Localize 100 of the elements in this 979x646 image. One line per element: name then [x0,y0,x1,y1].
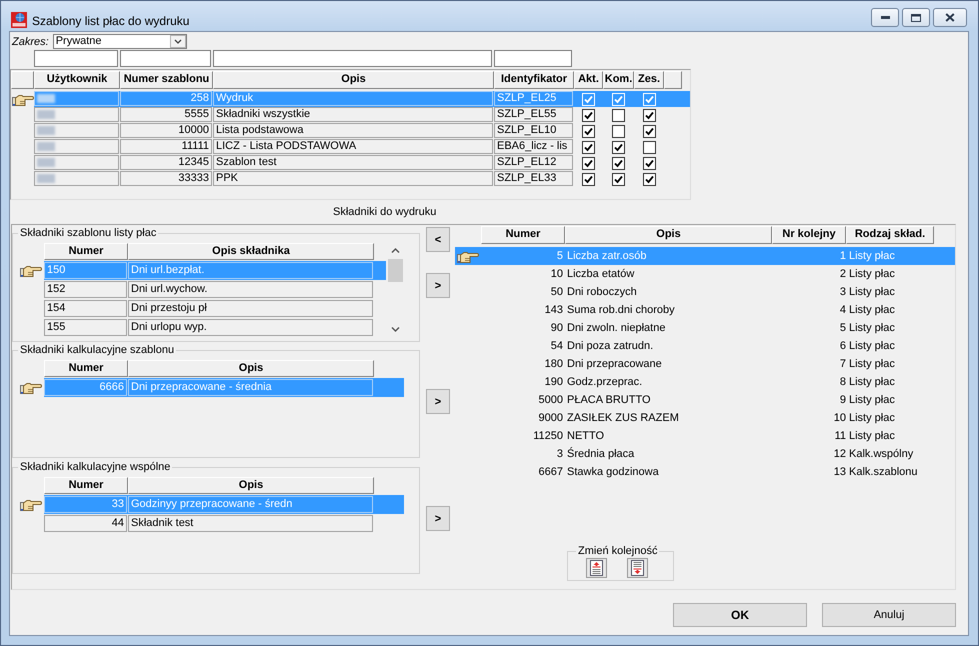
table-row[interactable]: 5000 PŁACA BRUTTO 9 Listy płac [455,391,955,409]
table-cell: 258 [120,91,212,106]
maximize-button[interactable] [902,8,930,27]
column-header[interactable]: Opis [128,360,374,377]
table-cell-text: NETTO [566,429,606,443]
column-header[interactable]: Numer [44,360,128,377]
checkbox[interactable] [612,124,625,138]
table-cell-text: Listy płac [848,249,896,263]
table-row[interactable]: 11250 NETTO 11 Listy płac [455,427,955,445]
table-cell-text: 6 [838,339,846,353]
table-cell-text: 9000 [538,411,564,425]
checkbox[interactable] [582,140,595,154]
table-cell-text: 180 [544,357,564,371]
column-header[interactable]: Identyfikator [494,71,574,89]
table-cell: Godzinyy przepracowane - średn [128,496,373,513]
table-row[interactable]: 10 Liczba etatów 2 Listy płac [455,265,955,283]
dialog-button[interactable]: OK [673,603,807,627]
checkbox[interactable] [612,156,625,170]
column-header[interactable]: Użytkownik [34,71,120,89]
column-header[interactable]: Nr kolejny [772,226,846,244]
column-header[interactable]: Opis składnika [128,243,374,260]
table-cell: LICZ - Lista PODSTAWOWA [213,139,493,154]
blurred-text [37,94,55,103]
column-header[interactable]: Kom. [603,71,634,89]
table-row[interactable]: 50 Dni roboczych 3 Listy płac [455,283,955,301]
minimize-button[interactable] [871,8,899,27]
chevron-up-icon[interactable] [391,248,400,253]
column-header[interactable]: Numer [44,477,128,494]
table-row[interactable]: 44 Składnik test [44,514,404,533]
table-row[interactable]: 143 Suma rob.dni choroby 4 Listy płac [455,301,955,319]
table-row[interactable]: 12345 Szablon test SZLP_EL12 [34,155,690,171]
table-row[interactable]: 9000 ZASIŁEK ZUS RAZEM 10 Listy płac [455,409,955,427]
filter-field[interactable] [213,50,492,67]
checkbox[interactable] [612,172,625,186]
table-row[interactable]: 180 Dni przepracowane 7 Listy płac [455,355,955,373]
table-row[interactable]: 54 Dni poza zatrudn. 6 Listy płac [455,337,955,355]
scope-dropdown[interactable]: Prywatne [52,34,187,49]
filter-field[interactable] [120,50,211,67]
column-header[interactable]: Akt. [574,71,603,89]
table-cell: Składnik test [128,515,373,532]
group-title: Zmień kolejność [577,545,658,558]
table-cell: SZLP_EL10 [494,123,573,138]
checkbox[interactable] [612,108,625,122]
move-up-button[interactable] [586,558,607,578]
chevron-down-icon[interactable] [170,35,186,48]
table-cell: 154 [44,300,127,317]
table-row[interactable]: 152 Dni url.wychow. [44,280,386,299]
dialog-button[interactable]: Anuluj [822,603,956,627]
table-row[interactable]: 10000 Lista podstawowa SZLP_EL10 [34,123,690,139]
checkbox[interactable] [642,156,656,170]
column-header[interactable]: Opis [565,226,772,244]
checkbox[interactable] [642,124,656,138]
group-title: Składniki kalkulacyjne szablonu [19,344,176,357]
table-row[interactable]: 155 Dni urlopu wyp. [44,318,386,337]
table-row[interactable]: 3 Średnia płaca 12 Kalk.wspólny [455,445,955,463]
transfer-button[interactable]: > [426,389,450,414]
table-cell-text: Listy płac [848,321,896,335]
document-arrow-up-icon [590,560,603,576]
column-header[interactable]: Rodzaj skład. [846,226,934,244]
table-cell: EBA6_licz - lis [494,139,573,154]
close-button[interactable] [933,8,967,27]
move-down-button[interactable] [627,558,648,578]
checkbox[interactable] [582,124,595,138]
table-row[interactable]: 33333 PPK SZLP_EL33 [34,171,690,187]
column-header[interactable]: Numer [44,243,128,260]
table-cell-text: Listy płac [848,357,896,371]
checkbox[interactable] [642,172,656,186]
app-icon [11,12,27,28]
scrollbar-thumb[interactable] [388,259,403,282]
table-row[interactable]: 190 Godz.przeprac. 8 Listy płac [455,373,955,391]
transfer-button[interactable]: > [426,273,450,298]
transfer-button[interactable]: < [426,227,450,252]
pointing-hand-icon [20,498,42,511]
transfer-button[interactable]: > [426,506,450,531]
checkbox[interactable] [612,140,625,154]
column-header[interactable]: Numer szablonu [120,71,213,89]
table-row[interactable]: 6667 Stawka godzinowa 13 Kalk.szablonu [455,463,955,481]
table-cell: Lista podstawowa [213,123,493,138]
checkbox[interactable] [642,140,656,154]
chevron-down-icon[interactable] [391,327,400,332]
checkbox[interactable] [582,156,595,170]
table-row[interactable]: 90 Dni zwoln. niepłatne 5 Listy płac [455,319,955,337]
table-cell-text: 10 [550,267,564,281]
filter-field[interactable] [494,50,572,67]
column-header[interactable]: Numer [481,226,565,244]
table-cell: Dni urlopu wyp. [128,319,373,336]
column-header[interactable]: Opis [213,71,494,89]
table-row[interactable]: 11111 LICZ - Lista PODSTAWOWA EBA6_licz - lis [34,139,690,155]
pointing-hand-icon [12,92,34,106]
table-cell-text: Dni poza zatrudn. [566,339,654,353]
close-icon [945,13,955,22]
filter-field[interactable] [34,50,118,67]
table-cell-text: Listy płac [848,393,896,407]
table-row[interactable]: 5555 Składniki wszystkie SZLP_EL55 [34,107,690,123]
table-row[interactable]: 154 Dni przestoju pł [44,299,386,318]
column-header[interactable]: Zes. [634,71,664,89]
checkbox[interactable] [642,108,656,122]
checkbox[interactable] [582,172,595,186]
checkbox[interactable] [582,108,595,122]
column-header[interactable]: Opis [128,477,374,494]
